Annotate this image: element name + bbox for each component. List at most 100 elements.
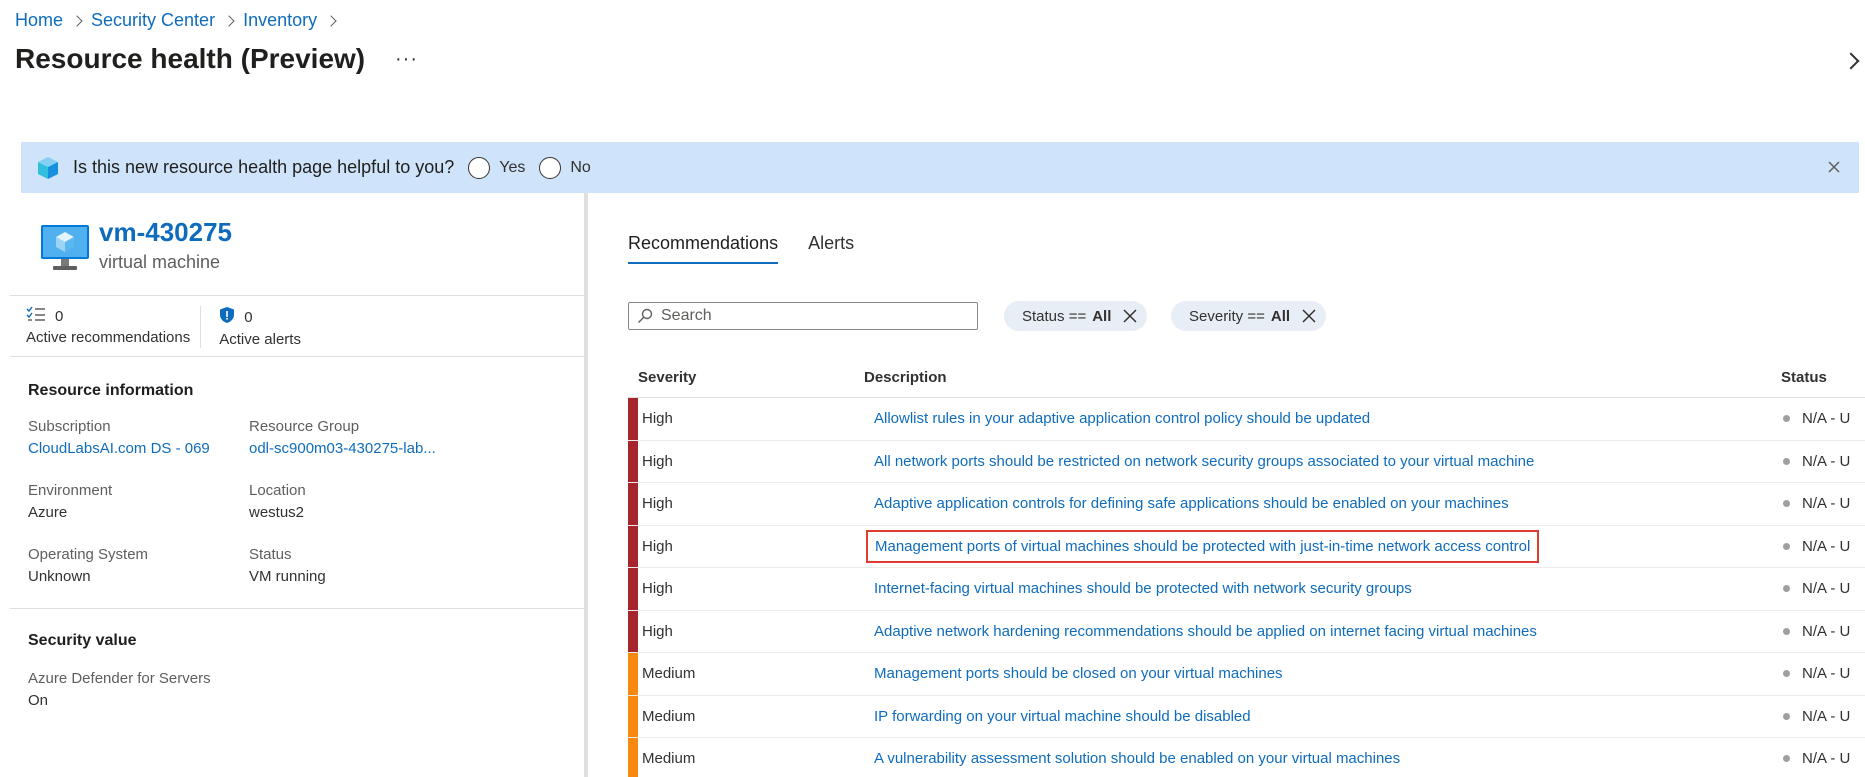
checklist-icon xyxy=(26,306,46,326)
collapse-panel-button[interactable] xyxy=(1842,47,1865,75)
severity-indicator xyxy=(628,398,638,440)
environment-label: Environment xyxy=(28,482,113,499)
table-row[interactable]: Medium IP forwarding on your virtual mach… xyxy=(628,695,1865,738)
breadcrumb-security-center[interactable]: Security Center xyxy=(91,10,215,31)
close-icon[interactable] xyxy=(1300,307,1318,325)
status-dot-icon xyxy=(1783,415,1790,423)
status-cell: N/A - U xyxy=(1781,665,1850,682)
resource-group-link[interactable]: odl-sc900m03-430275-lab... xyxy=(249,440,436,457)
table-row[interactable]: High Allowlist rules in your adaptive app… xyxy=(628,398,1865,441)
description-link[interactable]: Allowlist rules in your adaptive applica… xyxy=(864,410,1781,427)
location-value: westus2 xyxy=(249,504,305,521)
status-text: N/A - U xyxy=(1802,622,1851,640)
status-value: VM running xyxy=(249,568,326,585)
table-row[interactable]: High Adaptive application controls for de… xyxy=(628,483,1865,526)
severity-cell: Medium xyxy=(642,707,696,725)
description-link[interactable]: A vulnerability assessment solution shou… xyxy=(864,750,1781,767)
table-row[interactable]: High Management ports of virtual machines… xyxy=(628,525,1865,568)
table-row[interactable]: High Internet-facing virtual machines sho… xyxy=(628,568,1865,611)
description-link[interactable]: Management ports of virtual machines sho… xyxy=(864,529,1781,563)
severity-indicator xyxy=(628,610,638,652)
severity-indicator xyxy=(628,695,638,737)
severity-cell: High xyxy=(642,495,673,513)
description-text: Internet-facing virtual machines should … xyxy=(874,580,1412,598)
severity-filter-label: Severity == xyxy=(1189,307,1265,325)
close-icon[interactable] xyxy=(1121,307,1139,325)
description-text: Management ports should be closed on you… xyxy=(874,665,1283,683)
description-link[interactable]: IP forwarding on your virtual machine sh… xyxy=(864,708,1781,725)
breadcrumb-inventory[interactable]: Inventory xyxy=(243,10,317,31)
resource-header: vm-430275 virtual machine xyxy=(39,217,232,273)
tab-recommendations[interactable]: Recommendations xyxy=(628,233,779,264)
virtual-machine-icon xyxy=(39,223,91,273)
feedback-no-radio[interactable]: No xyxy=(539,156,591,179)
description-text: A vulnerability assessment solution shou… xyxy=(874,750,1401,768)
status-dot-icon xyxy=(1783,755,1790,763)
resource-information-title: Resource information xyxy=(28,382,194,399)
status-cell: N/A - U xyxy=(1781,708,1850,725)
location-label: Location xyxy=(249,482,306,499)
divider xyxy=(10,295,584,296)
close-icon[interactable] xyxy=(1823,156,1845,178)
severity-cell: High xyxy=(642,537,673,555)
description-text: All network ports should be restricted o… xyxy=(874,452,1535,470)
security-value-title: Security value xyxy=(28,632,137,649)
status-cell: N/A - U xyxy=(1781,623,1850,640)
resource-type: virtual machine xyxy=(99,252,221,272)
recommendations-table: Severity Description Status High Allowlis… xyxy=(628,358,1865,777)
severity-indicator xyxy=(628,525,638,567)
status-cell: N/A - U xyxy=(1781,453,1850,470)
search-input[interactable]: Search xyxy=(628,302,978,330)
resource-name[interactable]: vm-430275 xyxy=(99,217,232,248)
status-column-header[interactable]: Status xyxy=(1781,369,1827,386)
panel-splitter[interactable] xyxy=(584,193,588,777)
status-filter-pill[interactable]: Status == All xyxy=(1004,301,1148,331)
description-text: IP forwarding on your virtual machine sh… xyxy=(874,707,1251,725)
description-link[interactable]: Internet-facing virtual machines should … xyxy=(864,580,1781,597)
feedback-question: Is this new resource health page helpful… xyxy=(73,157,455,177)
os-field: Operating System Unknown xyxy=(28,546,148,585)
status-dot-icon xyxy=(1783,500,1790,508)
active-recommendations-stat[interactable]: 0 Active recommendations xyxy=(26,306,200,348)
table-row[interactable]: High Adaptive network hardening recommend… xyxy=(628,610,1865,653)
table-row[interactable]: Medium A vulnerability assessment solutio… xyxy=(628,738,1865,777)
status-cell: N/A - U xyxy=(1781,580,1850,597)
description-link[interactable]: All network ports should be restricted o… xyxy=(864,453,1781,470)
status-cell: N/A - U xyxy=(1781,410,1850,427)
active-alerts-label: Active alerts xyxy=(219,331,301,348)
severity-indicator xyxy=(628,440,638,482)
table-row[interactable]: Medium Management ports should be closed … xyxy=(628,653,1865,696)
status-dot-icon xyxy=(1783,542,1790,550)
status-dot-icon xyxy=(1783,670,1790,678)
status-cell: N/A - U xyxy=(1781,538,1850,555)
severity-cell: High xyxy=(642,452,673,470)
description-link[interactable]: Adaptive application controls for defini… xyxy=(864,495,1781,512)
severity-column-header[interactable]: Severity xyxy=(628,369,864,386)
subscription-link[interactable]: CloudLabsAI.com DS - 069 xyxy=(28,440,210,457)
subscription-field: Subscription CloudLabsAI.com DS - 069 xyxy=(28,418,210,457)
feedback-banner: Is this new resource health page helpful… xyxy=(21,142,1859,193)
status-dot-icon xyxy=(1783,712,1790,720)
environment-value: Azure xyxy=(28,504,68,521)
feedback-yes-radio[interactable]: Yes xyxy=(468,156,525,179)
description-link[interactable]: Management ports should be closed on you… xyxy=(864,665,1781,682)
tab-alerts[interactable]: Alerts xyxy=(808,233,854,264)
more-options-button[interactable]: ··· xyxy=(395,48,418,71)
status-label: Status xyxy=(249,546,292,563)
divider xyxy=(10,608,584,609)
divider xyxy=(10,356,584,357)
severity-cell: High xyxy=(642,580,673,598)
table-row[interactable]: High All network ports should be restrict… xyxy=(628,440,1865,483)
status-text: N/A - U xyxy=(1802,750,1851,768)
defender-label: Azure Defender for Servers xyxy=(28,670,211,687)
severity-cell: Medium xyxy=(642,665,696,683)
description-text: Adaptive network hardening recommendatio… xyxy=(874,622,1537,640)
breadcrumb-home[interactable]: Home xyxy=(15,10,63,31)
description-column-header[interactable]: Description xyxy=(864,369,1781,386)
severity-cell: Medium xyxy=(642,750,696,768)
severity-filter-pill[interactable]: Severity == All xyxy=(1171,301,1327,331)
description-link[interactable]: Adaptive network hardening recommendatio… xyxy=(864,623,1781,640)
severity-indicator xyxy=(628,568,638,610)
subscription-label: Subscription xyxy=(28,418,111,435)
active-alerts-stat[interactable]: 0 Active alerts xyxy=(200,306,311,348)
